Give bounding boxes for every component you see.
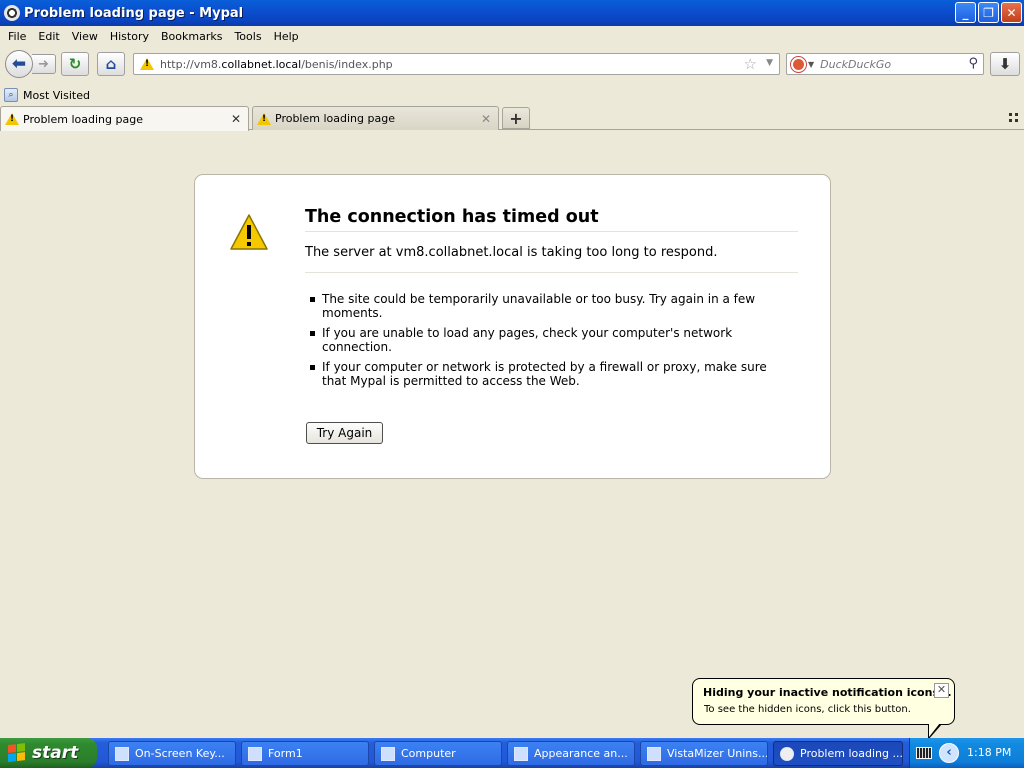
taskbar-item-label: Problem loading ... bbox=[800, 747, 903, 760]
url-dropdown-icon[interactable]: ▼ bbox=[766, 58, 773, 68]
menu-history[interactable]: History bbox=[104, 30, 155, 43]
keyboard-tray-icon[interactable] bbox=[916, 747, 932, 759]
installer-icon bbox=[647, 746, 661, 761]
error-short-description: The server at vm8.collabnet.local is tak… bbox=[305, 245, 798, 273]
window-title: Problem loading page - Mypal bbox=[24, 5, 244, 21]
search-engine-dropdown-icon[interactable]: ▼ bbox=[808, 60, 814, 69]
mypal-icon bbox=[780, 746, 794, 761]
menu-tools[interactable]: Tools bbox=[228, 30, 267, 43]
bookmark-star-icon[interactable]: ☆ bbox=[744, 55, 757, 73]
start-label: start bbox=[32, 743, 79, 763]
menu-bar: File Edit View History Bookmarks Tools H… bbox=[0, 26, 1024, 46]
list-item: If your computer or network is protected… bbox=[310, 360, 770, 388]
taskbar-item-label: Appearance an... bbox=[534, 747, 628, 760]
duckduckgo-icon[interactable] bbox=[791, 56, 806, 72]
close-window-button[interactable]: ✕ bbox=[1001, 2, 1022, 23]
start-button[interactable]: start bbox=[0, 738, 97, 768]
tab-warning-icon bbox=[5, 113, 19, 125]
taskbar-item-label: Form1 bbox=[268, 747, 303, 760]
bookmarks-toolbar: ⌕ Most Visited bbox=[0, 85, 1024, 105]
taskbar: start On-Screen Key... Form1 Computer Ap… bbox=[0, 738, 1024, 768]
tab-problem-loading[interactable]: Problem loading page ✕ bbox=[252, 106, 499, 130]
url-text[interactable]: http://vm8.collabnet.local/benis/index.p… bbox=[160, 58, 393, 71]
tab-label: Problem loading page bbox=[23, 112, 143, 126]
tab-problem-loading-active[interactable]: Problem loading page ✕ bbox=[0, 106, 249, 131]
list-item: If you are unable to load any pages, che… bbox=[310, 326, 770, 354]
page-content: The connection has timed out The server … bbox=[0, 131, 1024, 718]
taskbar-item-label: VistaMizer Unins... bbox=[667, 747, 768, 760]
menu-bookmarks[interactable]: Bookmarks bbox=[155, 30, 228, 43]
search-icon[interactable]: ⚲ bbox=[968, 56, 978, 71]
home-button[interactable]: ⌂ bbox=[97, 52, 125, 76]
error-title: The connection has timed out bbox=[305, 207, 798, 232]
taskbar-item-label: Computer bbox=[401, 747, 456, 760]
search-input[interactable]: DuckDuckGo bbox=[820, 58, 891, 71]
tab-warning-icon bbox=[257, 112, 271, 125]
balloon-tail-fill bbox=[929, 723, 940, 737]
back-arrow-icon: ⬅ bbox=[11, 54, 27, 74]
tab-strip: Problem loading page ✕ Problem loading p… bbox=[0, 106, 1024, 131]
notification-balloon[interactable]: Hiding your inactive notification icons.… bbox=[692, 678, 955, 725]
url-bar[interactable]: http://vm8.collabnet.local/benis/index.p… bbox=[133, 53, 780, 75]
plus-icon: + bbox=[509, 108, 523, 128]
taskbar-item-form1[interactable]: Form1 bbox=[241, 741, 369, 766]
home-icon: ⌂ bbox=[105, 55, 117, 73]
reload-button[interactable]: ↻ bbox=[61, 52, 89, 76]
taskbar-item-vistamizer[interactable]: VistaMizer Unins... bbox=[640, 741, 768, 766]
system-tray: ‹ 1:18 PM bbox=[909, 738, 1024, 768]
computer-icon bbox=[381, 746, 395, 761]
reload-icon: ↻ bbox=[68, 55, 82, 73]
most-visited-icon: ⌕ bbox=[4, 88, 18, 102]
search-bar[interactable]: ▼ DuckDuckGo ⚲ bbox=[786, 53, 984, 75]
taskbar-item-appearance[interactable]: Appearance an... bbox=[507, 741, 635, 766]
close-tab-icon[interactable]: ✕ bbox=[479, 112, 493, 126]
error-page-container: The connection has timed out The server … bbox=[194, 174, 831, 479]
taskbar-item-computer[interactable]: Computer bbox=[374, 741, 502, 766]
balloon-close-icon[interactable]: ✕ bbox=[934, 683, 949, 698]
taskbar-item-mypal[interactable]: Problem loading ... bbox=[773, 741, 903, 766]
appearance-icon bbox=[514, 746, 528, 761]
try-again-button[interactable]: Try Again bbox=[306, 422, 383, 444]
tab-label: Problem loading page bbox=[275, 112, 395, 125]
clock[interactable]: 1:18 PM bbox=[967, 746, 1011, 759]
show-hidden-icons-button[interactable]: ‹ bbox=[939, 743, 959, 763]
mypal-app-icon[interactable] bbox=[4, 5, 20, 21]
windows-logo-icon bbox=[8, 743, 26, 763]
navigation-toolbar: ➜ ⬅ ↻ ⌂ http://vm8.collabnet.local/benis… bbox=[0, 47, 1024, 81]
error-suggestions-list: The site could be temporarily unavailabl… bbox=[310, 292, 770, 394]
window-controls: _ ❐ ✕ bbox=[955, 2, 1022, 23]
new-tab-button[interactable]: + bbox=[502, 107, 530, 129]
menu-file[interactable]: File bbox=[2, 30, 32, 43]
minimize-button[interactable]: _ bbox=[955, 2, 976, 23]
menu-edit[interactable]: Edit bbox=[32, 30, 65, 43]
downloads-button[interactable]: ⬇ bbox=[990, 52, 1020, 76]
close-tab-icon[interactable]: ✕ bbox=[229, 112, 243, 126]
menu-view[interactable]: View bbox=[66, 30, 104, 43]
taskbar-item-label: On-Screen Key... bbox=[135, 747, 225, 760]
balloon-text: To see the hidden icons, click this butt… bbox=[704, 704, 911, 715]
menu-help[interactable]: Help bbox=[268, 30, 305, 43]
window-title-bar[interactable]: Problem loading page - Mypal _ ❐ ✕ bbox=[0, 0, 1024, 26]
most-visited-bookmark[interactable]: Most Visited bbox=[23, 89, 90, 102]
download-arrow-icon: ⬇ bbox=[998, 55, 1012, 73]
forward-button[interactable]: ➜ bbox=[32, 54, 56, 74]
back-button[interactable]: ⬅ bbox=[5, 50, 33, 78]
window-icon bbox=[248, 746, 262, 761]
keyboard-icon bbox=[115, 746, 129, 761]
list-item: The site could be temporarily unavailabl… bbox=[310, 292, 770, 320]
taskbar-item-on-screen-keyboard[interactable]: On-Screen Key... bbox=[108, 741, 236, 766]
balloon-title: Hiding your inactive notification icons.… bbox=[703, 686, 952, 699]
warning-icon bbox=[140, 58, 154, 70]
list-all-tabs-icon[interactable] bbox=[1009, 113, 1018, 122]
forward-arrow-icon: ➜ bbox=[38, 56, 49, 72]
restore-button[interactable]: ❐ bbox=[978, 2, 999, 23]
warning-icon bbox=[230, 214, 268, 250]
